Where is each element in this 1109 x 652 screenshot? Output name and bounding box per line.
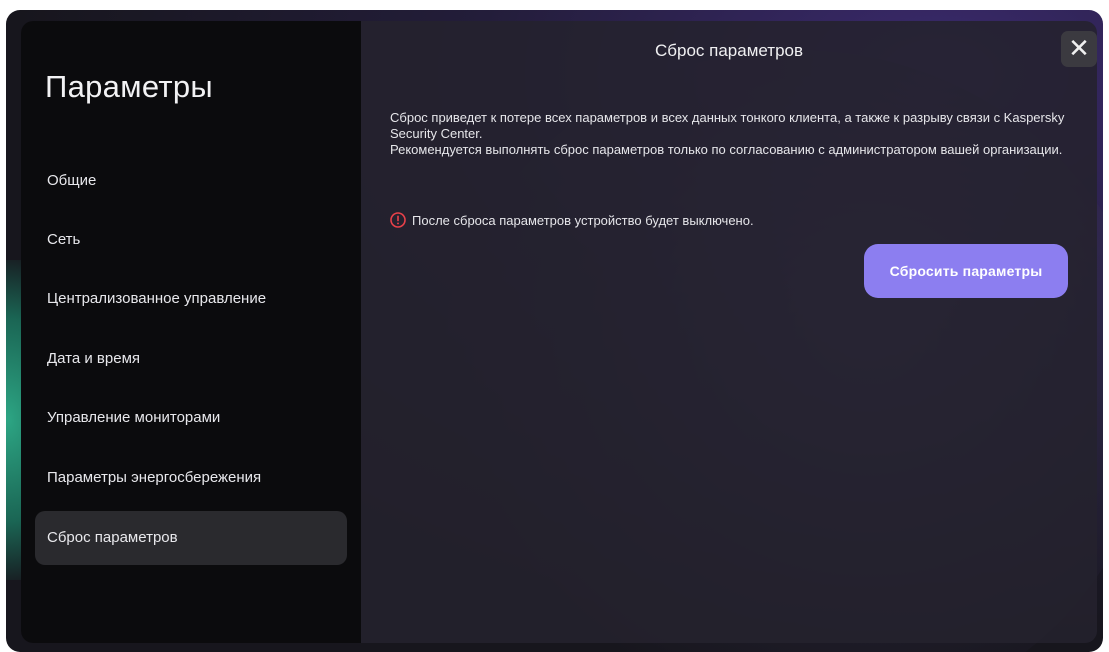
sidebar-item-monitors[interactable]: Управление мониторами xyxy=(35,391,347,445)
reset-panel: Сброс параметров ✕ Сброс приведет к поте… xyxy=(361,21,1097,643)
page-title: Сброс параметров xyxy=(654,41,804,60)
description-paragraph: Рекомендуется выполнять сброс параметров… xyxy=(390,142,1063,157)
warning-message: После сброса параметров устройство будет… xyxy=(390,210,754,230)
settings-window: Параметры Общие Сеть Централизованное уп… xyxy=(21,21,1097,643)
sidebar-item-power-saving[interactable]: Параметры энергосбережения xyxy=(35,451,347,505)
close-icon: ✕ xyxy=(1068,33,1090,63)
sidebar-title: Параметры xyxy=(45,69,213,104)
reset-parameters-button[interactable]: Сбросить параметры xyxy=(864,244,1068,298)
sidebar-item-centralized-management[interactable]: Централизованное управление xyxy=(35,272,347,326)
sidebar-item-general[interactable]: Общие xyxy=(35,154,347,208)
warning-text: После сброса параметров устройство будет… xyxy=(412,212,754,228)
sidebar-item-network[interactable]: Сеть xyxy=(35,213,347,267)
reset-description: Сброс приведет к потере всех параметров … xyxy=(390,110,1080,158)
warning-circle-icon xyxy=(390,212,406,228)
sidebar: Параметры Общие Сеть Централизованное уп… xyxy=(21,21,361,643)
sidebar-item-date-time[interactable]: Дата и время xyxy=(35,332,347,386)
sidebar-item-reset[interactable]: Сброс параметров xyxy=(35,511,347,565)
description-paragraph: Сброс приведет к потере всех параметров … xyxy=(390,110,1065,141)
close-button[interactable]: ✕ xyxy=(1061,31,1097,67)
